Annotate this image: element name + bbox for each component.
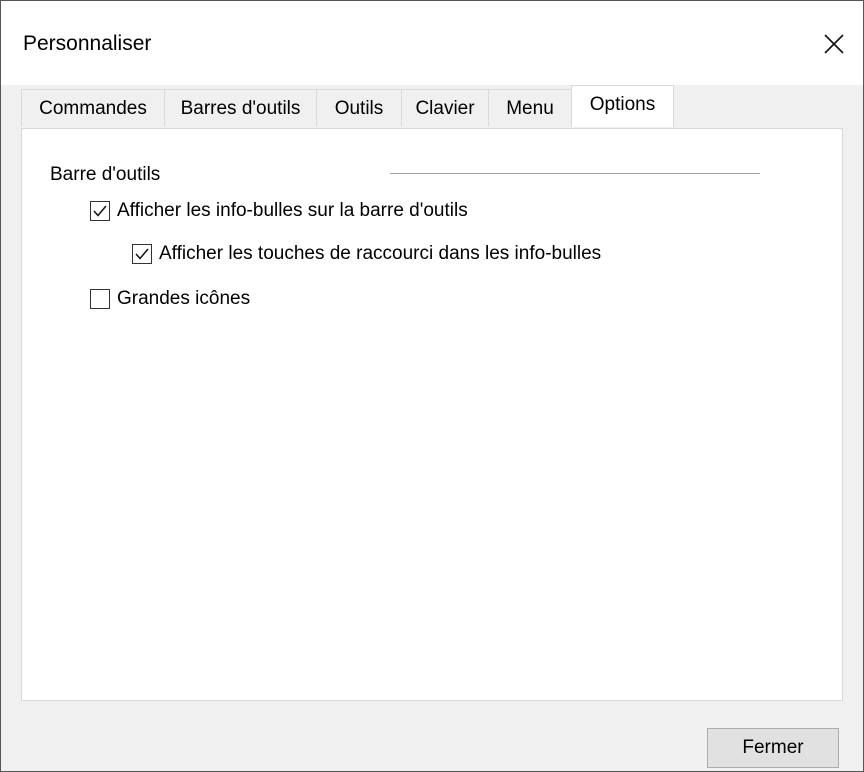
- tab-barres-outils[interactable]: Barres d'outils: [164, 89, 317, 126]
- close-icon: [824, 34, 844, 54]
- dialog-title: Personnaliser: [23, 32, 152, 55]
- show-tooltips-checkbox[interactable]: [90, 201, 110, 221]
- show-shortcut-keys-checkbox[interactable]: [132, 244, 152, 264]
- customize-dialog: Personnaliser Commandes Barres d'outils …: [0, 0, 864, 772]
- tab-clavier[interactable]: Clavier: [401, 89, 489, 126]
- show-shortcut-keys-label: Afficher les touches de raccourci dans l…: [159, 243, 602, 264]
- tab-commandes[interactable]: Commandes: [21, 89, 165, 126]
- close-button[interactable]: [807, 21, 863, 67]
- options-panel: Barre d'outils Afficher les info-bulles …: [21, 128, 843, 701]
- checkmark-icon: [135, 248, 149, 260]
- large-icons-checkbox[interactable]: [90, 289, 110, 309]
- checkmark-icon: [93, 205, 107, 217]
- tab-outils[interactable]: Outils: [316, 89, 402, 126]
- group-label-toolbar: Barre d'outils: [50, 164, 161, 185]
- show-tooltips-label: Afficher les info-bulles sur la barre d'…: [117, 200, 468, 221]
- group-divider: [390, 173, 760, 174]
- tab-menu[interactable]: Menu: [488, 89, 572, 126]
- close-dialog-button[interactable]: Fermer: [707, 728, 839, 768]
- large-icons-label: Grandes icônes: [117, 288, 251, 309]
- tab-options[interactable]: Options: [571, 85, 674, 127]
- title-bar: Personnaliser: [1, 1, 863, 85]
